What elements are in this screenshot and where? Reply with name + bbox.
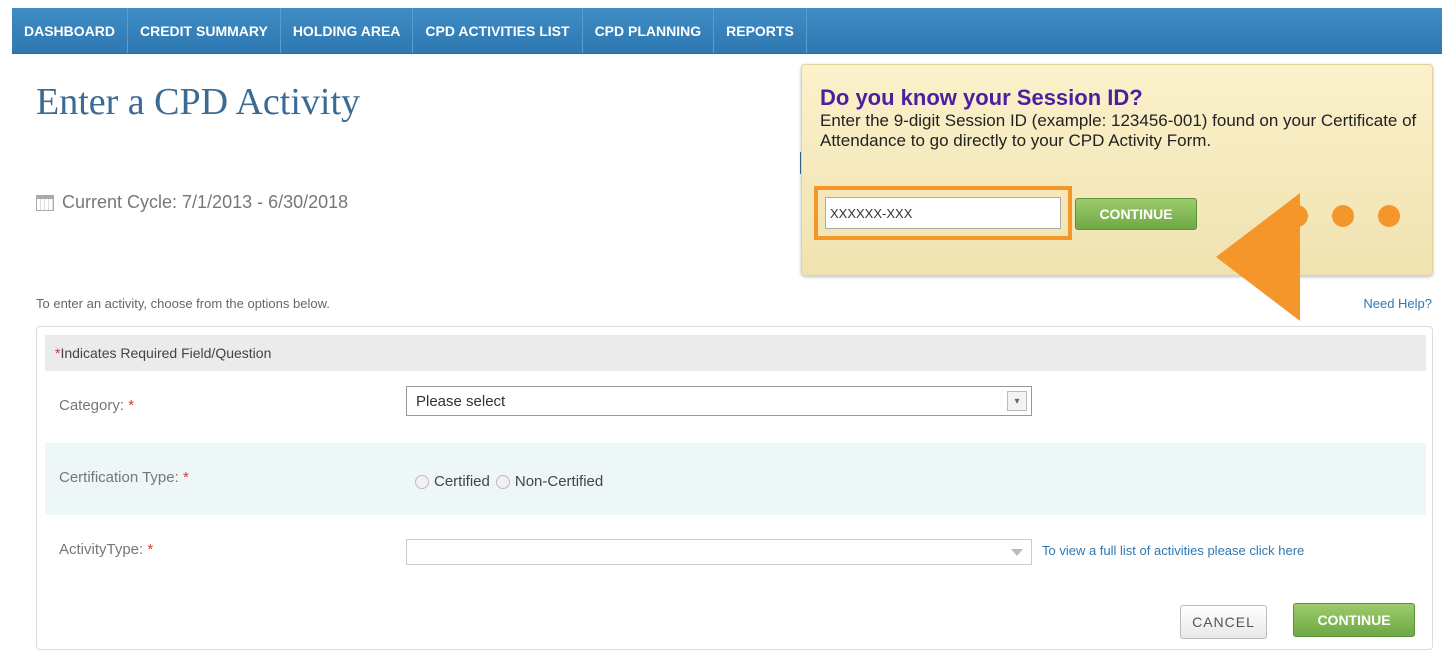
required-note-text: Indicates Required Field/Question [60, 345, 272, 361]
current-cycle: Current Cycle: 7/1/2013 - 6/30/2018 [36, 192, 348, 213]
certified-label: Certified [434, 473, 490, 490]
category-label: Category: * [59, 397, 134, 414]
dot-icon [1332, 205, 1354, 227]
required-star: * [182, 469, 189, 486]
non-certified-label: Non-Certified [514, 473, 604, 490]
form-intro: To enter an activity, choose from the op… [36, 296, 330, 311]
session-input-highlight [814, 186, 1072, 240]
calendar-icon [36, 194, 54, 211]
category-label-text: Category: [59, 397, 125, 414]
certification-label: Certification Type: * [59, 469, 189, 486]
required-note: * Indicates Required Field/Question [45, 335, 1426, 371]
nav-holding-area[interactable]: HOLDING AREA [281, 8, 414, 53]
dot-icon [1286, 205, 1308, 227]
category-select[interactable]: Please select ▾ [406, 386, 1032, 416]
nav-reports[interactable]: REPORTS [714, 8, 807, 53]
certification-label-text: Certification Type: [59, 469, 179, 486]
chevron-down-icon[interactable]: ▾ [1007, 391, 1027, 411]
session-id-input[interactable] [825, 197, 1061, 229]
session-continue-button[interactable]: CONTINUE [1075, 198, 1197, 230]
view-activities-link[interactable]: To view a full list of activities please… [1042, 543, 1304, 558]
required-star: * [128, 397, 135, 414]
need-help-link[interactable]: Need Help? [1363, 296, 1432, 311]
main-nav: DASHBOARD CREDIT SUMMARY HOLDING AREA CP… [12, 8, 1442, 54]
activity-form: * Indicates Required Field/Question Categ… [36, 326, 1433, 650]
nav-credit-summary[interactable]: CREDIT SUMMARY [128, 8, 281, 53]
nav-cpd-activities-list[interactable]: CPD ACTIVITIES LIST [413, 8, 583, 53]
activity-type-select[interactable] [406, 539, 1032, 565]
chevron-down-icon [1011, 549, 1023, 556]
session-id-panel: Do you know your Session ID? Enter the 9… [801, 64, 1433, 321]
radio-certified[interactable] [415, 474, 429, 489]
cancel-button[interactable]: CANCEL [1180, 605, 1267, 639]
activity-type-label: ActivityType: * [59, 541, 153, 558]
page-title: Enter a CPD Activity [36, 81, 361, 123]
nav-dashboard[interactable]: DASHBOARD [12, 8, 128, 53]
session-description: Enter the 9-digit Session ID (example: 1… [820, 111, 1417, 150]
certification-radio-group: Certified Non-Certified [415, 473, 609, 490]
continue-button[interactable]: CONTINUE [1293, 603, 1415, 637]
activity-type-label-text: ActivityType: [59, 541, 144, 558]
session-title: Do you know your Session ID? [820, 85, 1143, 110]
dot-icon [1378, 205, 1400, 227]
cycle-text: Current Cycle: 7/1/2013 - 6/30/2018 [62, 192, 349, 212]
required-star: * [147, 541, 154, 558]
nav-cpd-planning[interactable]: CPD PLANNING [583, 8, 715, 53]
certification-row [45, 443, 1426, 515]
radio-non-certified[interactable] [495, 474, 510, 489]
category-value: Please select [416, 392, 506, 410]
